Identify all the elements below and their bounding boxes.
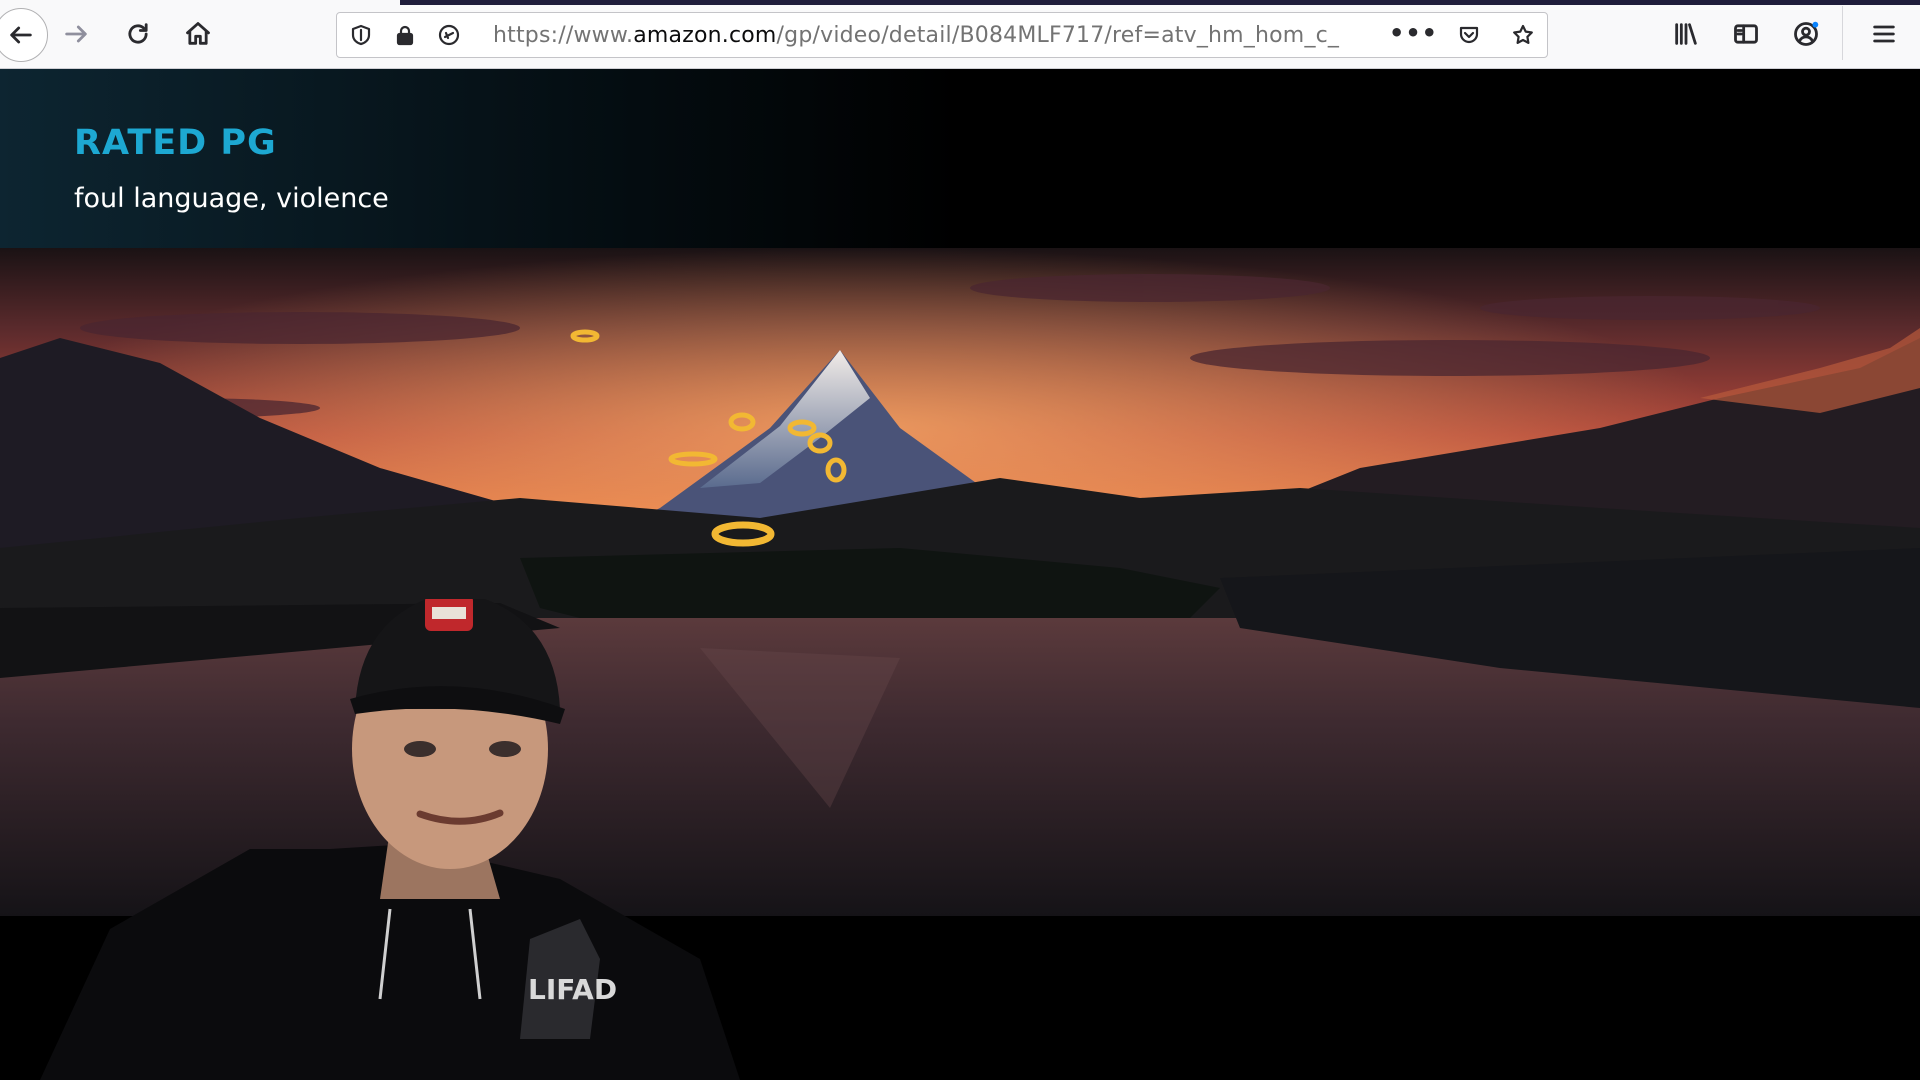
account-icon [1794, 21, 1819, 46]
library-button[interactable] [1666, 14, 1706, 54]
hoodie-logo-text: LIFAD [528, 973, 617, 1006]
permissions-icon [438, 24, 460, 46]
home-icon [186, 22, 210, 45]
rating-title: RATED PG [74, 123, 277, 163]
rating-overlay: RATED PG foul language, violence [0, 69, 1920, 249]
library-icon [1675, 23, 1697, 45]
back-arrow-icon [10, 26, 32, 44]
save-to-pocket-button[interactable] [1455, 21, 1483, 49]
url-domain: amazon.com [633, 23, 777, 48]
forward-arrow-icon [65, 25, 87, 43]
forward-button[interactable] [56, 14, 96, 54]
account-button[interactable] [1786, 14, 1826, 54]
reload-button[interactable] [118, 14, 158, 54]
url-fade [1337, 19, 1397, 51]
shield-icon [351, 24, 371, 46]
back-button[interactable] [0, 8, 48, 62]
site-security-button[interactable] [391, 21, 419, 49]
menu-button[interactable] [1864, 14, 1904, 54]
url-text[interactable]: https://www.amazon.com/gp/video/detail/B… [493, 23, 1393, 49]
page-load-progress [400, 0, 1920, 5]
reload-icon [128, 23, 148, 44]
home-button[interactable] [178, 14, 218, 54]
sidebar-button[interactable] [1726, 14, 1766, 54]
sidebar-icon [1734, 24, 1758, 44]
url-prefix: https://www. [493, 23, 634, 48]
address-bar[interactable]: https://www.amazon.com/gp/video/detail/B… [336, 12, 1548, 58]
toolbar-separator [1842, 6, 1843, 60]
lock-icon [396, 25, 414, 46]
site-permissions-button[interactable] [435, 21, 463, 49]
pocket-icon [1459, 26, 1479, 44]
tracking-protection-button[interactable] [347, 21, 375, 49]
browser-toolbar: https://www.amazon.com/gp/video/detail/B… [0, 0, 1920, 69]
rating-descriptors: foul language, violence [74, 183, 389, 214]
video-player[interactable]: RATED PG foul language, violence LIFAD [0, 69, 1920, 1080]
page-actions-button[interactable]: ••• [1389, 19, 1438, 47]
webcam-overlay: LIFAD [0, 599, 760, 1080]
bookmark-button[interactable] [1509, 21, 1537, 49]
star-icon [1513, 24, 1533, 44]
menu-icon [1873, 25, 1895, 43]
url-path: /gp/video/detail/B084MLF717/ref=atv_hm_h… [776, 23, 1340, 48]
